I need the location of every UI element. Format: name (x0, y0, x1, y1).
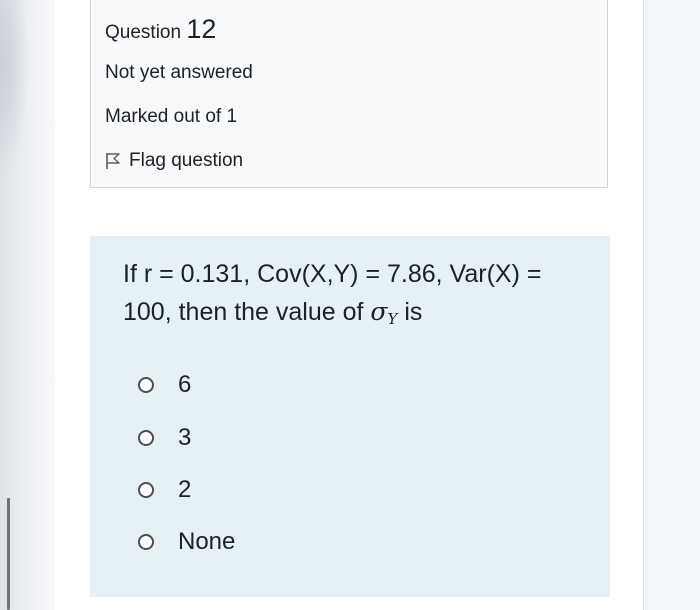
question-box: If r = 0.131, Cov(X,Y) = 7.86, Var(X) = … (90, 236, 610, 597)
question-number: 12 (186, 14, 217, 44)
scrollbar-handle[interactable] (7, 498, 10, 610)
answer-option[interactable]: 2 (138, 476, 191, 504)
question-status: Not yet answered (105, 62, 253, 83)
question-text-body: If r = 0.131, Cov(X,Y) = 7.86, Var(X) = … (123, 260, 542, 326)
answer-option[interactable]: None (138, 528, 235, 556)
flag-icon (106, 153, 120, 169)
sigma-subscript: Y (387, 310, 398, 328)
radio-button[interactable] (138, 377, 154, 393)
question-info-box: Question 12 Not yet answered Marked out … (90, 0, 608, 188)
question-text-suffix: is (397, 298, 423, 326)
answer-option-label[interactable]: 3 (178, 424, 191, 452)
flag-question-link[interactable]: Flag question (105, 150, 243, 172)
radio-button[interactable] (138, 534, 154, 550)
radio-button[interactable] (138, 482, 154, 498)
question-marks: Marked out of 1 (105, 106, 238, 127)
answer-option-label[interactable]: 6 (178, 371, 191, 399)
flag-question-label[interactable]: Flag question (129, 150, 243, 172)
radio-button[interactable] (138, 430, 154, 446)
question-title-prefix: Question (105, 22, 187, 43)
sigma-letter: σ (370, 297, 388, 326)
answer-option[interactable]: 3 (138, 424, 191, 452)
left-shadow (0, 0, 30, 180)
question-title: Question 12 (105, 14, 216, 45)
answer-option-label[interactable]: 2 (178, 476, 191, 504)
right-panel (643, 0, 700, 610)
answer-option-label[interactable]: None (178, 528, 235, 556)
question-text: If r = 0.131, Cov(X,Y) = 7.86, Var(X) = … (123, 256, 593, 338)
sigma-symbol: σY (370, 297, 398, 328)
answer-option[interactable]: 6 (138, 371, 191, 399)
